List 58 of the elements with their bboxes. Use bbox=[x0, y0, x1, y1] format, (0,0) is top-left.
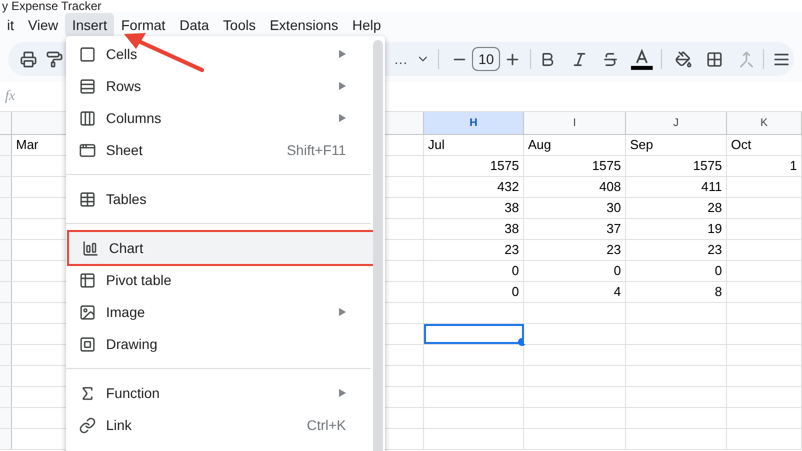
menu-item-label: Tables bbox=[106, 190, 148, 208]
row-header bbox=[0, 324, 12, 344]
menu-item-label: Image bbox=[106, 302, 146, 322]
menu-item-label: Function bbox=[106, 384, 161, 402]
menu-item-label: Cells bbox=[106, 44, 138, 64]
row-header bbox=[0, 303, 12, 323]
row-header bbox=[0, 177, 12, 197]
menu-item[interactable]: Function bbox=[66, 377, 374, 409]
menu-bar-item[interactable]: Tools bbox=[216, 13, 263, 37]
document-title: y Expense Tracker bbox=[2, 0, 102, 12]
bar-chart-icon bbox=[82, 240, 99, 256]
columns-icon bbox=[79, 110, 96, 126]
row-header bbox=[0, 282, 12, 302]
overlapping-squares-icon bbox=[79, 336, 96, 352]
shortcut-label: Shift+F11 bbox=[286, 140, 346, 160]
menu-item-label: Pivot table bbox=[106, 270, 172, 290]
scrollbar-thumb[interactable] bbox=[373, 40, 383, 451]
column-header[interactable]: I bbox=[524, 112, 626, 134]
menu-item[interactable]: Chart bbox=[69, 232, 374, 264]
menu-item[interactable]: Tables bbox=[66, 183, 374, 215]
menu-item[interactable]: Rows bbox=[66, 70, 374, 102]
menu-item[interactable]: Columns bbox=[66, 102, 374, 134]
row-header bbox=[0, 261, 12, 281]
menu-bar-item[interactable]: Extensions bbox=[262, 13, 346, 37]
window-icon bbox=[79, 142, 96, 158]
font-name-field[interactable]: … bbox=[394, 48, 408, 70]
menu-bar-item[interactable]: View bbox=[21, 13, 66, 37]
column-header[interactable]: H bbox=[424, 112, 524, 134]
text-color-icon[interactable] bbox=[630, 47, 654, 71]
row-header bbox=[0, 240, 12, 260]
row-header bbox=[0, 198, 12, 218]
table-grid-icon bbox=[79, 272, 96, 288]
menu-bar-item[interactable]: Insert bbox=[65, 13, 114, 37]
menu-bar-item[interactable]: Data bbox=[172, 13, 216, 37]
image-icon bbox=[79, 304, 96, 320]
link-icon bbox=[79, 416, 96, 434]
row-header bbox=[0, 156, 12, 176]
menu-bar-item[interactable]: Help bbox=[345, 13, 388, 37]
menu-item-label: Chart bbox=[109, 238, 144, 258]
menu-item-label: Link bbox=[106, 416, 133, 434]
column-header[interactable]: J bbox=[626, 112, 727, 134]
row-header bbox=[0, 219, 12, 239]
menu-item-label: Rows bbox=[106, 76, 142, 96]
square-icon bbox=[79, 46, 96, 62]
column-header[interactable]: K bbox=[727, 112, 802, 134]
menu-item[interactable]: Link Ctrl+K bbox=[66, 409, 374, 441]
table-icon bbox=[79, 190, 96, 208]
rows-icon bbox=[79, 78, 96, 94]
menu-item[interactable]: Pivot table bbox=[66, 264, 374, 296]
shortcut-label: Ctrl+K bbox=[306, 416, 346, 434]
menu-item-label: Drawing bbox=[106, 334, 158, 354]
menu-bar-item[interactable]: it bbox=[0, 13, 21, 37]
menu-item[interactable]: Drawing bbox=[66, 328, 374, 360]
font-size-field[interactable]: 10 bbox=[472, 47, 500, 71]
menu-item-label: Columns bbox=[106, 108, 162, 128]
formula-label: fx bbox=[5, 88, 16, 106]
menu-item[interactable]: Image bbox=[66, 296, 374, 328]
menu-item[interactable]: Cells bbox=[66, 38, 374, 70]
